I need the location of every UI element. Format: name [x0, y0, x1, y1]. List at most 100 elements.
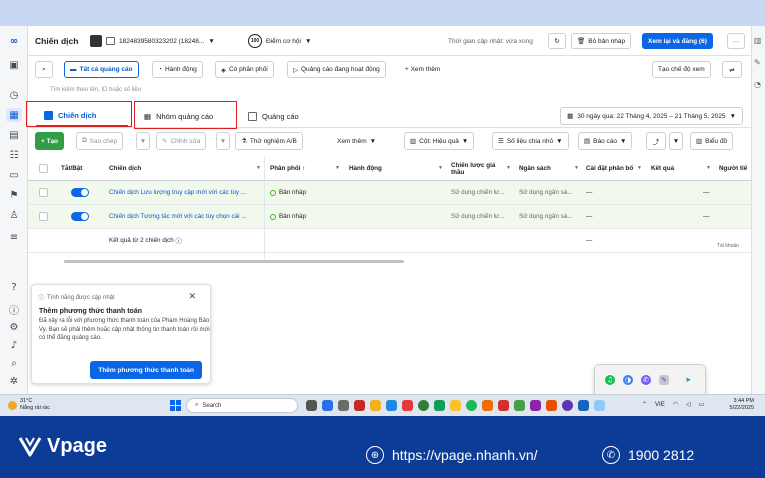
help-icon[interactable]: ?	[6, 280, 22, 294]
pages-icon[interactable]: ▤	[6, 128, 22, 142]
pen-icon[interactable]: ✎	[659, 375, 669, 385]
export-button[interactable]: ⤴	[646, 132, 666, 150]
app-icon[interactable]	[546, 400, 557, 411]
app-icon[interactable]	[450, 400, 461, 411]
spotify-icon[interactable]: ♫	[605, 375, 615, 385]
col-attribution[interactable]: Cài đặt phân bổ ▼	[583, 157, 645, 180]
dashboard-icon[interactable]: ◷	[6, 88, 22, 102]
account-selector[interactable]: 1824839580323202 (18248... ▼	[90, 33, 215, 49]
breakdown-button[interactable]: ☰ Số liệu chia nhỏ ▼	[492, 132, 569, 150]
campaign-name-link[interactable]: Chiến dịch Lưu lượng truy cập mới với cá…	[106, 181, 264, 204]
settings-gear-icon[interactable]: ⚙	[6, 320, 22, 334]
app-icon[interactable]	[354, 400, 365, 411]
chrome-icon[interactable]	[418, 400, 429, 411]
notifications-bell-icon[interactable]: ♪	[6, 338, 22, 352]
edit-pencil-icon[interactable]: ✎	[754, 58, 761, 67]
viber-icon[interactable]	[562, 400, 573, 411]
more-options-button[interactable]: ···	[727, 33, 745, 49]
history-icon[interactable]: ◔	[754, 80, 761, 89]
reports-button[interactable]: ▤ Báo cáo ▼	[578, 132, 633, 150]
filter-active-ads[interactable]: ▷ Quảng cáo đang hoạt động	[287, 61, 386, 78]
export-dropdown[interactable]: ▼	[669, 132, 683, 150]
language-indicator[interactable]: VIE	[655, 402, 665, 408]
date-range-picker[interactable]: ▦ 30 ngày qua: 22 Tháng 4, 2025 – 21 Thán…	[560, 107, 743, 125]
footer-phone[interactable]: ✆ 1900 2812	[602, 446, 694, 464]
row-toggle[interactable]	[68, 205, 98, 228]
col-budget[interactable]: Ngân sách ▼	[516, 157, 582, 180]
app-icon[interactable]	[578, 400, 589, 411]
app-icon[interactable]: ◑	[623, 375, 633, 385]
tab-ads[interactable]: Quảng cáo	[240, 106, 340, 127]
edit-dropdown[interactable]: ▼	[216, 132, 230, 150]
row-checkbox[interactable]	[36, 205, 52, 228]
col-bid-strategy[interactable]: Chiến lược giá thầu ▼	[448, 157, 514, 180]
app-icon[interactable]	[498, 400, 509, 411]
people-icon[interactable]: ♙	[6, 208, 22, 222]
see-more-actions[interactable]: Xem thêm ▼	[332, 132, 382, 150]
meta-logo-icon[interactable]: ∞	[6, 34, 22, 48]
search-input[interactable]: Tìm kiếm theo tên, ID hoặc số liệu	[28, 84, 751, 98]
campaign-name-link[interactable]: Chiến dịch Tương tác mới với các tùy chọ…	[106, 205, 264, 228]
table-row[interactable]: Chiến dịch Tương tác mới với các tùy chọ…	[28, 205, 751, 229]
col-campaign[interactable]: Chiến dịch ▼	[106, 157, 264, 180]
filter-see-more[interactable]: + Xem thêm	[400, 61, 446, 78]
clock[interactable]: 3:44 PM 5/22/2025	[722, 398, 754, 412]
edit-button[interactable]: ✎ Chỉnh sửa	[156, 132, 207, 150]
duplicate-button[interactable]: ⧉ Sao chép	[76, 132, 124, 150]
windows-start-icon[interactable]	[170, 400, 181, 411]
duplicate-dropdown[interactable]: ▼	[136, 132, 150, 150]
create-view-button[interactable]: Tạo chế độ xem	[652, 61, 711, 78]
app-icon[interactable]	[434, 400, 445, 411]
debug-icon[interactable]: ✲	[6, 374, 22, 388]
ab-test-button[interactable]: ⚗ Thử nghiệm A/B	[235, 132, 303, 150]
col-reach[interactable]: Người tiế	[716, 157, 751, 180]
opportunity-score-selector[interactable]: 100 Điểm cơ hội ▼	[248, 33, 311, 49]
review-publish-button[interactable]: Xem lại và đăng (6)	[642, 33, 713, 49]
billing-icon[interactable]: ▭	[6, 168, 22, 182]
refresh-button[interactable]: ↻	[548, 33, 566, 49]
create-button[interactable]: + Tạo	[35, 132, 65, 150]
audience-icon[interactable]: ☷	[6, 148, 22, 162]
select-all-checkbox[interactable]	[36, 157, 52, 180]
weather-widget[interactable]: 31°C Nắng rải rác	[8, 398, 50, 412]
columns-button[interactable]: ▥ Cột: Hiệu quả ▼	[404, 132, 475, 150]
chart-icon[interactable]: ▥	[754, 36, 762, 45]
app-icon[interactable]	[482, 400, 493, 411]
taskview-icon[interactable]	[306, 400, 317, 411]
account-avatar-icon[interactable]: ▣	[6, 58, 22, 72]
filter-action[interactable]: ◔ Hành động	[152, 61, 203, 78]
spotify-icon[interactable]	[466, 400, 477, 411]
row-toggle[interactable]	[68, 181, 98, 204]
app-icon[interactable]	[322, 400, 333, 411]
battery-icon[interactable]: ▭	[699, 401, 705, 408]
filter-has-delivery[interactable]: ◈ Có phân phối	[215, 61, 274, 78]
col-results[interactable]: Kết quả ▼	[648, 157, 714, 180]
wifi-icon[interactable]: ◠	[673, 401, 678, 408]
campaigns-table-icon[interactable]: ▦	[6, 108, 22, 122]
taskbar-search[interactable]: ⌕ Search	[186, 398, 298, 413]
row-checkbox[interactable]	[36, 181, 52, 204]
folder-icon[interactable]	[370, 400, 381, 411]
footer-website[interactable]: ⊕ https://vpage.nhanh.vn/	[366, 446, 538, 464]
info-icon[interactable]: ⓘ	[6, 302, 22, 317]
close-icon[interactable]: ✕	[188, 291, 196, 302]
menu-icon[interactable]: ≡	[6, 230, 22, 244]
app-icon[interactable]	[402, 400, 413, 411]
discard-drafts-button[interactable]: 🗑 Bỏ bản nháp	[571, 33, 632, 49]
viber-icon[interactable]: ✆	[641, 375, 651, 385]
chevron-up-icon[interactable]: ⌃	[642, 401, 647, 408]
events-icon[interactable]: ⚑	[6, 188, 22, 202]
charts-button[interactable]: ▥ Biểu đồ	[690, 132, 734, 150]
search-toggle-button[interactable]: ⌕	[35, 61, 53, 78]
telegram-icon[interactable]: ➤	[683, 375, 693, 385]
table-row[interactable]: Chiến dịch Lưu lượng truy cập mới với cá…	[28, 181, 751, 205]
col-delivery[interactable]: Phân phối ↑ ▼	[267, 157, 343, 180]
app-icon[interactable]	[530, 400, 541, 411]
horizontal-scrollbar[interactable]	[64, 260, 404, 263]
app-icon[interactable]	[594, 400, 605, 411]
col-action[interactable]: Hành động ▼	[346, 157, 446, 180]
filter-all-ads[interactable]: ▬ Tất cả quảng cáo	[64, 61, 139, 78]
volume-icon[interactable]: ◁	[686, 401, 691, 408]
col-toggle[interactable]: Tắt/Bật	[58, 157, 104, 180]
view-settings-button[interactable]: ⇌	[722, 61, 742, 78]
